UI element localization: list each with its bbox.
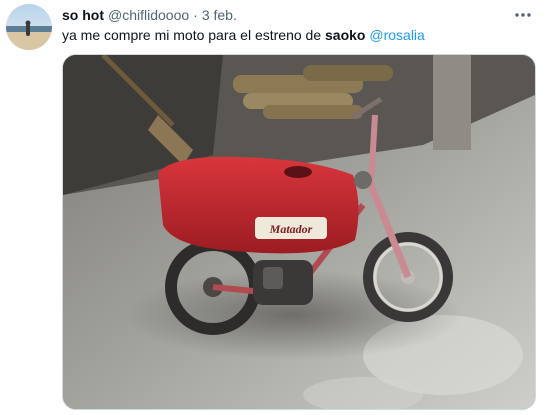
tweet-text-bold: saoko <box>325 27 366 43</box>
tweet-date[interactable]: 3 feb. <box>202 6 237 24</box>
tweet-photo[interactable]: Matador <box>62 54 536 410</box>
tweet-text-plain: ya me compre mi moto para el estreno de <box>62 27 326 43</box>
tweet-header: so hot @chiflidoooo · 3 feb. <box>62 6 237 24</box>
motorcycle-photo: Matador <box>63 55 535 409</box>
header-separator: · <box>193 7 198 23</box>
more-horizontal-icon <box>515 13 531 17</box>
user-handle[interactable]: @chiflidoooo <box>108 6 189 24</box>
tank-decal: Matador <box>269 222 313 236</box>
display-name[interactable]: so hot <box>62 6 104 24</box>
tweet-text: ya me compre mi moto para el estreno de … <box>62 26 425 46</box>
user-avatar[interactable] <box>6 4 52 50</box>
avatar-image <box>6 4 52 50</box>
more-options-button[interactable] <box>511 6 535 24</box>
tweet-card[interactable]: so hot @chiflidoooo · 3 feb. ya me compr… <box>0 0 549 415</box>
mention-link[interactable]: @rosalia <box>369 27 424 43</box>
